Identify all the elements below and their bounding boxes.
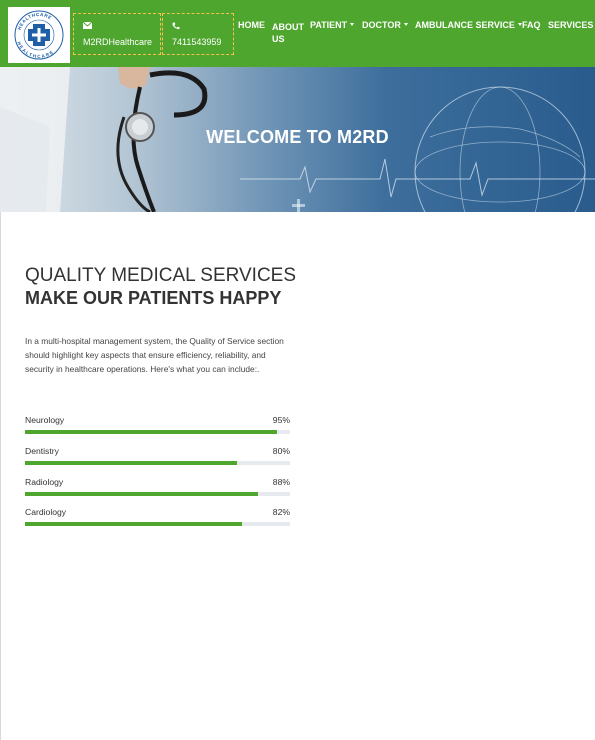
skill-percent: 80% xyxy=(272,446,290,456)
skill-percent: 88% xyxy=(272,477,290,487)
top-header: HEALTHCARE HEALTHCARE M2RDHealthcare 741… xyxy=(0,0,595,67)
hero-banner: WELCOME TO M2RD xyxy=(0,67,595,212)
chevron-down-icon xyxy=(403,23,408,26)
progress-track xyxy=(25,522,290,526)
envelope-icon xyxy=(82,21,93,31)
section-description: In a multi-hospital management system, t… xyxy=(25,336,284,374)
progress-track xyxy=(25,492,290,496)
skill-name: Dentistry xyxy=(25,446,59,456)
progress-fill xyxy=(25,461,237,465)
hero-title: WELCOME TO M2RD xyxy=(206,127,389,147)
skill-percent: 82% xyxy=(272,507,290,517)
section-subheading: MAKE OUR PATIENTS HAPPY xyxy=(25,288,282,308)
section-heading: QUALITY MEDICAL SERVICES xyxy=(25,265,297,286)
nav-doctor[interactable]: DOCTOR xyxy=(362,20,408,30)
logo-emblem-icon: HEALTHCARE HEALTHCARE xyxy=(14,10,64,60)
skill-dentistry: Dentistry 80% xyxy=(25,446,290,474)
page-border xyxy=(0,212,1,740)
nav-about-us[interactable]: ABOUT US xyxy=(272,21,304,45)
nav-ambulance-service[interactable]: AMBULANCE SERVICE xyxy=(415,20,522,30)
phone-label: 7411543959 xyxy=(172,37,222,47)
chevron-down-icon xyxy=(350,23,355,26)
healthcare-logo[interactable]: HEALTHCARE HEALTHCARE xyxy=(8,7,70,63)
skill-radiology: Radiology 88% xyxy=(25,477,290,505)
progress-fill xyxy=(25,492,259,496)
email-contact[interactable]: M2RDHealthcare xyxy=(73,13,161,55)
nav-home[interactable]: HOME xyxy=(238,20,265,30)
progress-track xyxy=(25,430,290,434)
skill-name: Neurology xyxy=(25,415,65,425)
skill-cardiology: Cardiology 82% xyxy=(25,507,290,535)
phone-contact[interactable]: 7411543959 xyxy=(162,13,234,55)
phone-icon xyxy=(172,22,180,32)
skill-percent: 95% xyxy=(272,415,290,425)
progress-fill xyxy=(25,430,277,434)
nav-faq[interactable]: FAQ xyxy=(522,20,541,30)
skill-neurology: Neurology 95% xyxy=(25,415,290,443)
email-label: M2RDHealthcare xyxy=(83,37,153,47)
skill-name: Cardiology xyxy=(25,507,67,517)
nav-patient[interactable]: PATIENT xyxy=(310,20,355,30)
nav-services[interactable]: SERVICES xyxy=(548,20,593,30)
progress-fill xyxy=(25,522,243,526)
skill-name: Radiology xyxy=(25,477,64,487)
progress-track xyxy=(25,461,290,465)
